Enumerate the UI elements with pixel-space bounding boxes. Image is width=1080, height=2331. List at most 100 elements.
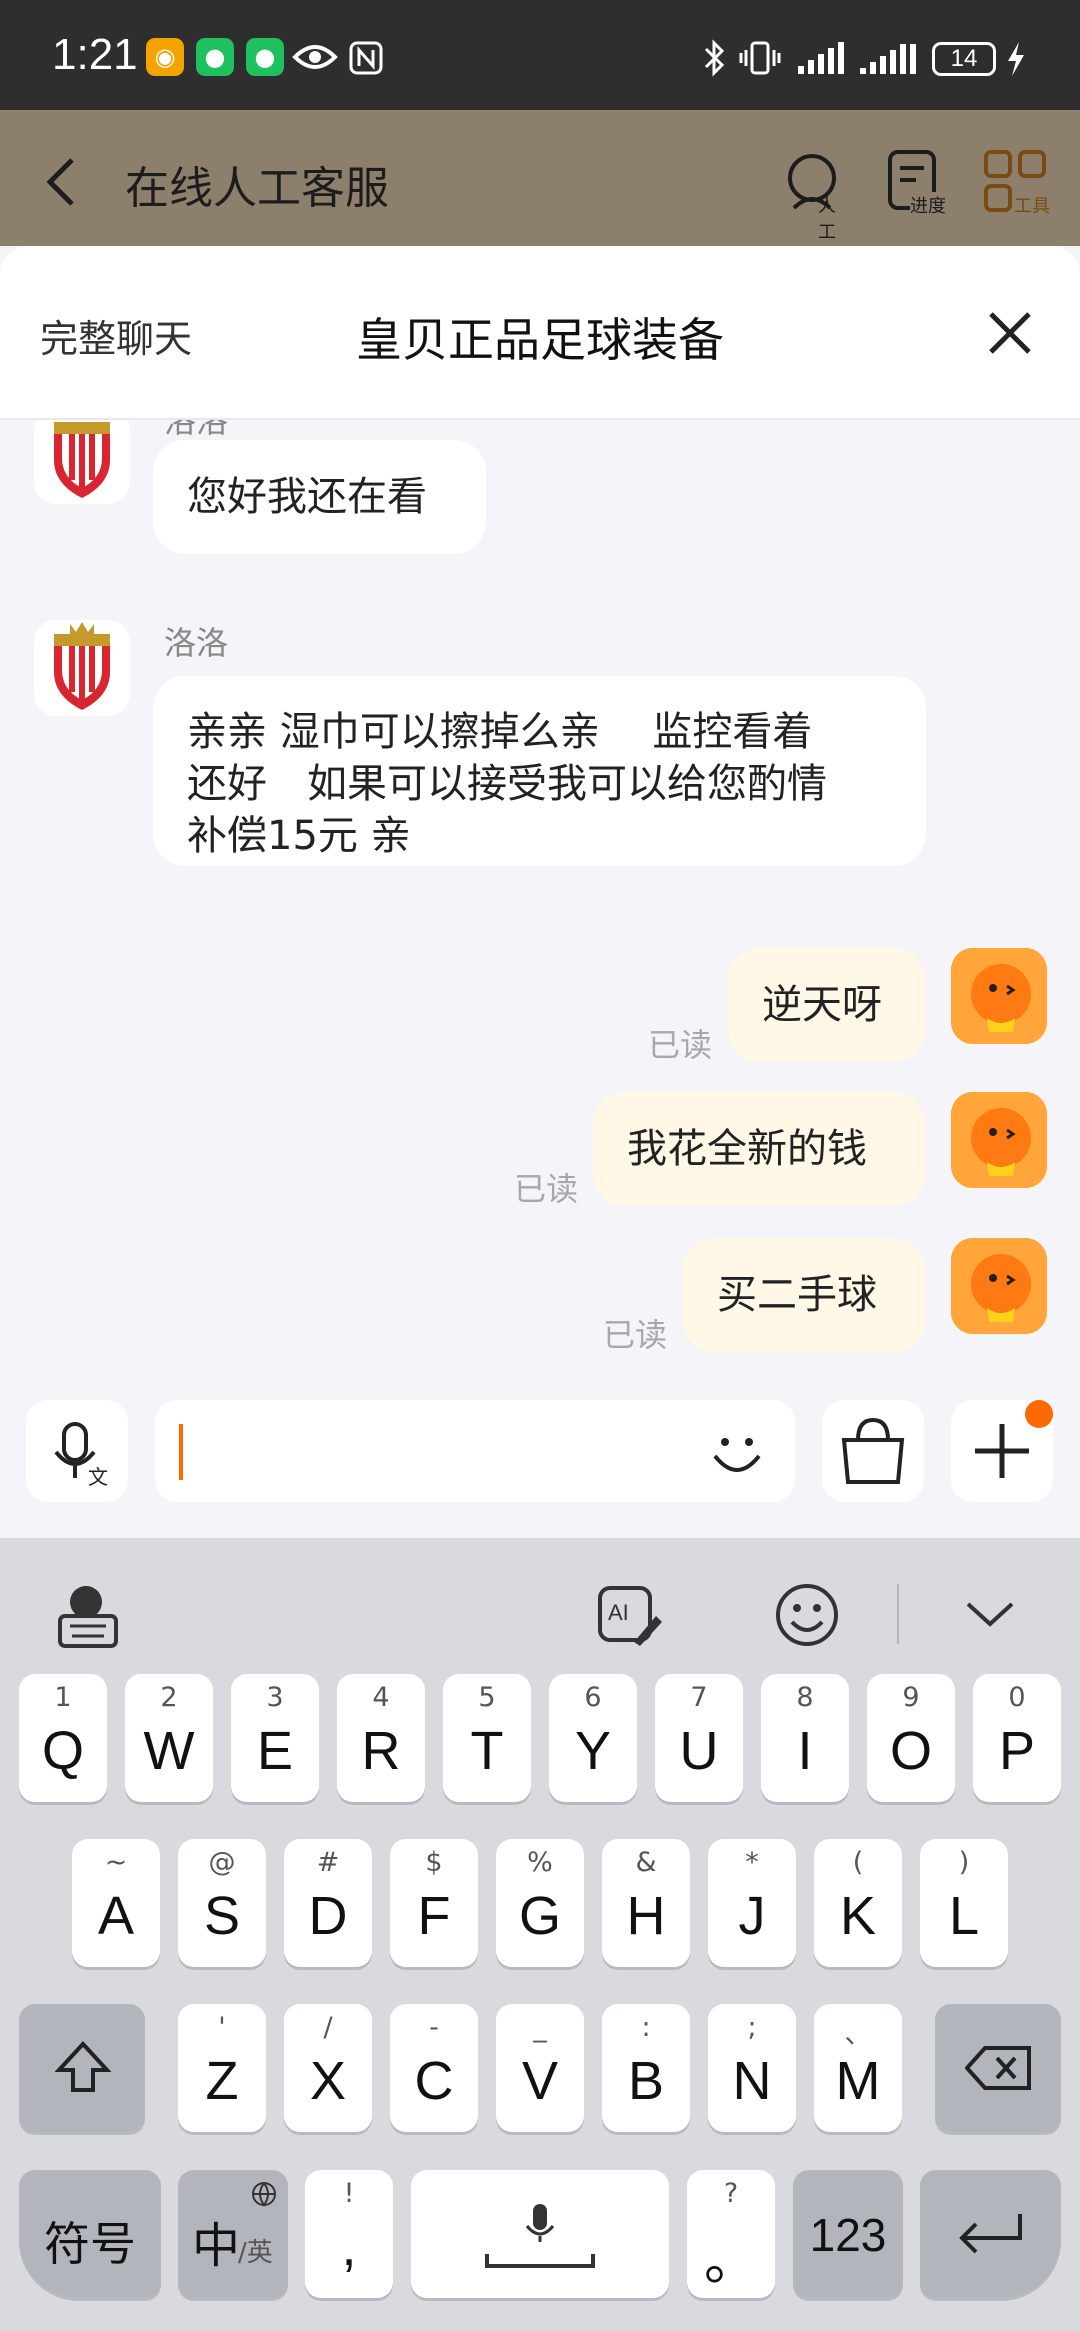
key-w[interactable]: 2W [125,1674,213,1802]
message-input[interactable] [155,1400,795,1502]
key-s[interactable]: @ S [178,1839,266,1967]
key-v[interactable]: _ V [496,2004,584,2132]
key-t[interactable]: 5T [443,1674,531,1802]
enter-key[interactable] [920,2170,1061,2298]
keyboard-settings-icon[interactable] [56,1582,122,1652]
agent-button[interactable]: 人工 [782,148,852,243]
key-q[interactable]: 1Q [19,1674,107,1802]
store-crest-icon [34,418,130,504]
enter-icon [959,2214,1022,2254]
shopping-bag-icon [841,1417,905,1484]
emoji-icon[interactable] [774,1582,840,1648]
key-d[interactable]: # D [284,1839,372,1967]
ai-write-icon[interactable]: AI [596,1582,662,1648]
tools-label: 工具 [1014,196,1050,217]
sender-name: 洛洛 [164,624,229,662]
mascot-icon [951,1238,1047,1334]
chat-header: 完整聊天 皇贝正品足球装备 [0,246,1080,420]
keyboard: AI 1Q 2W 3E 4R 5T 6Y 7U 8I 9O 0P ~ A @ S #… [0,1538,1080,2331]
chevron-left-icon[interactable] [42,156,82,208]
signal-icon [860,44,916,74]
user-avatar[interactable] [951,1238,1047,1334]
backspace-icon [965,2046,1031,2090]
close-icon[interactable] [985,308,1035,358]
key-z[interactable]: ' Z [178,2004,266,2132]
message-bubble[interactable]: 您好我还在看 [153,440,486,554]
backspace-key[interactable] [935,2004,1061,2132]
user-avatar[interactable] [951,948,1047,1044]
globe-icon [252,2182,276,2207]
language-switch-key[interactable]: 中 /英 [178,2170,288,2298]
key-g[interactable]: % G [496,1839,584,1967]
status-time: 1:21 [52,30,138,79]
key-e[interactable]: 3E [231,1674,319,1802]
progress-button[interactable]: 进度 [884,148,954,218]
store-avatar[interactable] [34,620,130,716]
voice-button[interactable]: 文 [26,1400,128,1502]
microphone-space-icon [485,2204,595,2268]
app-header: 在线人工客服 人工 进度 工具 [0,110,1080,246]
more-button[interactable] [951,1400,1053,1502]
my-message-bubble[interactable]: 逆天呀 [728,948,926,1062]
key-c[interactable]: -C [390,2004,478,2132]
key-i[interactable]: 8I [761,1674,849,1802]
period-key[interactable]: ?。 [687,2170,775,2298]
key-l[interactable]: ) L [920,1839,1008,1967]
message-line: 亲亲 湿巾可以擦掉么亲 监控看着 [187,709,813,755]
bluetooth-icon [704,39,725,77]
key-r[interactable]: 4R [337,1674,425,1802]
sender-name: 洛洛 [164,418,229,440]
key-o[interactable]: 9O [867,1674,955,1802]
key-u[interactable]: 7U [655,1674,743,1802]
shop-bag-button[interactable] [822,1400,924,1502]
my-message-bubble[interactable]: 买二手球 [683,1238,926,1352]
notification-dot [1025,1400,1053,1428]
page-title: 在线人工客服 [125,163,389,214]
battery-icon: 14 [932,42,996,76]
my-message-bubble[interactable]: 我花全新的钱 [593,1092,926,1206]
message-bubble[interactable]: 亲亲 湿巾可以擦掉么亲 监控看着 还好 如果可以接受我可以给您酌情 补偿15元 … [153,676,926,866]
message-line: 补偿15元 亲 [187,813,411,859]
signal-icon [798,42,844,74]
key-a[interactable]: ~ A [72,1839,160,1967]
user-avatar[interactable] [951,1092,1047,1188]
toolbar-divider [897,1584,899,1644]
voice-translate-icon: 文 [54,1422,108,1489]
space-key[interactable] [411,2170,669,2298]
read-status: 已读 [603,1316,668,1354]
key-p[interactable]: 0P [973,1674,1061,1802]
symbols-key[interactable]: 符号 [19,2170,161,2298]
shop-title: 皇贝正品足球装备 [356,313,724,367]
read-status: 已读 [514,1170,579,1208]
shift-key[interactable] [19,2004,145,2132]
chevron-down-icon[interactable] [962,1594,1018,1634]
tools-button[interactable]: 工具 [982,148,1052,218]
charging-icon [1008,42,1024,76]
key-m[interactable]: 、 M [814,2004,902,2132]
svg-text:文: 文 [88,1465,108,1489]
key-n[interactable]: ; N [708,2004,796,2132]
key-h[interactable]: & H [602,1839,690,1967]
key-f[interactable]: $ F [390,1839,478,1967]
comma-key[interactable]: !, [305,2170,393,2298]
key-y[interactable]: 6Y [549,1674,637,1802]
mascot-icon [951,1092,1047,1188]
mascot-icon [951,948,1047,1044]
read-status: 已读 [648,1026,713,1064]
key-x[interactable]: / X [284,2004,372,2132]
message-list[interactable]: 洛洛 您好我还在看 洛洛 亲亲 湿巾可以擦掉么亲 监控看着 还好 如果可以接受我… [0,418,1080,1418]
wechat-icon: ● [246,38,284,76]
message-line: 还好 如果可以接受我可以给您酌情 [187,761,827,807]
smile-icon[interactable] [705,1420,769,1484]
agent-label: 人工 [818,196,836,243]
numbers-key[interactable]: 123 [793,2170,903,2298]
store-crest-icon [34,620,130,716]
eye-icon [292,45,338,69]
key-b[interactable]: :B [602,2004,690,2132]
shift-icon [55,2041,111,2092]
key-k[interactable]: (K [814,1839,902,1967]
svg-text:AI: AI [608,1600,629,1625]
weibo-icon: ◉ [146,38,184,76]
key-j[interactable]: * J [708,1839,796,1967]
store-avatar[interactable] [34,418,130,504]
